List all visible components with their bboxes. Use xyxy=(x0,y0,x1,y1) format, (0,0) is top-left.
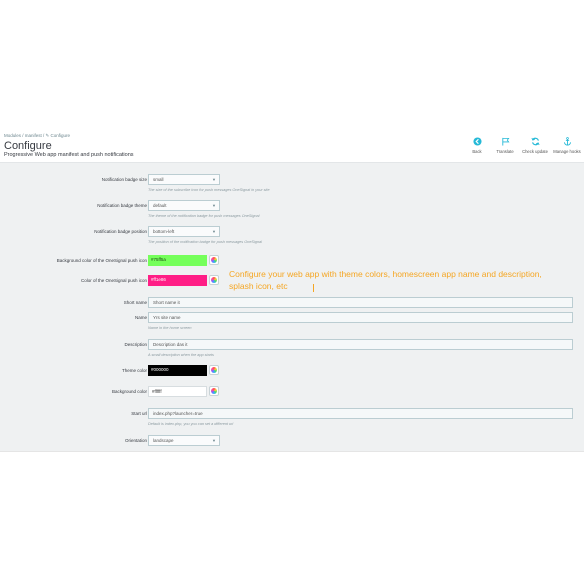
select-arrow-icon: ▼ xyxy=(212,438,216,443)
background-color-label: Background color xyxy=(111,389,147,394)
flag-icon xyxy=(501,137,509,146)
start-url-input[interactable]: index.php?launcher=true xyxy=(148,408,573,419)
background-color-input[interactable]: #ffffff xyxy=(148,386,207,397)
color-push-input[interactable]: #ff1e86 xyxy=(148,275,207,286)
manage-hooks-button[interactable]: Manage hooks xyxy=(553,137,581,154)
badge-position-help: The position of the notification badge f… xyxy=(148,240,262,244)
select-arrow-icon: ▼ xyxy=(212,203,216,208)
name-input[interactable]: Yrs site name xyxy=(148,312,573,323)
page-header: Modules / manifest / ✎ Configure Configu… xyxy=(0,128,584,163)
callout-annotation: Configure your web app with theme colors… xyxy=(229,269,542,291)
badge-theme-value: default xyxy=(153,203,167,208)
description-help: A small description when the app starts xyxy=(148,353,214,357)
back-arrow-icon xyxy=(472,137,482,146)
bg-color-push-input[interactable]: #75ff5a xyxy=(148,255,207,266)
badge-theme-select[interactable]: default ▼ xyxy=(148,200,220,211)
name-label: Name xyxy=(134,315,147,320)
refresh-icon xyxy=(530,137,540,146)
badge-theme-help: The theme of the notification badge for … xyxy=(148,214,260,218)
badge-size-help: The size of the subscribe icon for push … xyxy=(148,188,270,192)
color-wheel-icon xyxy=(211,367,217,373)
translate-label: Translate xyxy=(496,149,514,154)
theme-color-input[interactable]: #000000 xyxy=(148,365,207,376)
translate-button[interactable]: Translate xyxy=(494,137,516,154)
bg-color-push-label: Background color of the OneSignal push i… xyxy=(56,258,147,263)
color-picker-button[interactable] xyxy=(209,386,219,396)
breadcrumb[interactable]: Modules / manifest / ✎ Configure xyxy=(4,133,70,139)
check-update-button[interactable]: Check update xyxy=(522,137,548,154)
configuration-form: Notification badge size small ▼ The size… xyxy=(0,163,584,452)
badge-position-select[interactable]: bottom-left ▼ xyxy=(148,226,220,237)
back-label: Back xyxy=(472,149,482,154)
color-wheel-icon xyxy=(211,257,217,263)
manage-hooks-label: Manage hooks xyxy=(553,149,581,154)
badge-size-value: small xyxy=(153,177,164,182)
back-button[interactable]: Back xyxy=(466,137,488,154)
page-title: Configure xyxy=(4,140,52,152)
orientation-select[interactable]: landscape ▼ xyxy=(148,435,220,446)
color-push-label: Color of the OneSignal push icon xyxy=(80,278,147,283)
color-wheel-icon xyxy=(211,277,217,283)
orientation-label: Orientation xyxy=(124,438,147,443)
orientation-value: landscape xyxy=(153,438,174,443)
description-input[interactable]: Description das it xyxy=(148,339,573,350)
description-label: Description xyxy=(124,342,147,347)
select-arrow-icon: ▼ xyxy=(212,177,216,182)
page-subtitle: Progressive Web app manifest and push no… xyxy=(4,152,134,158)
screenshot-frame: Modules / manifest / ✎ Configure Configu… xyxy=(0,128,584,452)
color-picker-button[interactable] xyxy=(209,255,219,265)
check-update-label: Check update xyxy=(522,149,548,154)
color-picker-button[interactable] xyxy=(209,365,219,375)
start-url-help: Default is index.php, you you can set a … xyxy=(148,422,234,426)
short-name-label: Short name xyxy=(123,300,147,305)
select-arrow-icon: ▼ xyxy=(212,229,216,234)
theme-color-label: Theme color xyxy=(121,368,147,373)
color-wheel-icon xyxy=(211,388,217,394)
short-name-input[interactable]: Short name it xyxy=(148,297,573,308)
badge-size-label: Notification badge size xyxy=(101,177,147,182)
name-help: Name in the home screen xyxy=(148,326,192,330)
anchor-icon xyxy=(563,137,571,146)
callout-line xyxy=(313,284,314,292)
badge-position-label: Notification badge position xyxy=(94,229,147,234)
badge-position-value: bottom-left xyxy=(153,229,175,234)
badge-theme-label: Notification badge theme xyxy=(97,203,147,208)
badge-size-select[interactable]: small ▼ xyxy=(148,174,220,185)
color-picker-button[interactable] xyxy=(209,275,219,285)
toolbar: Back Translate Check update Manage hooks xyxy=(466,137,581,154)
start-url-label: Start url xyxy=(131,411,147,416)
